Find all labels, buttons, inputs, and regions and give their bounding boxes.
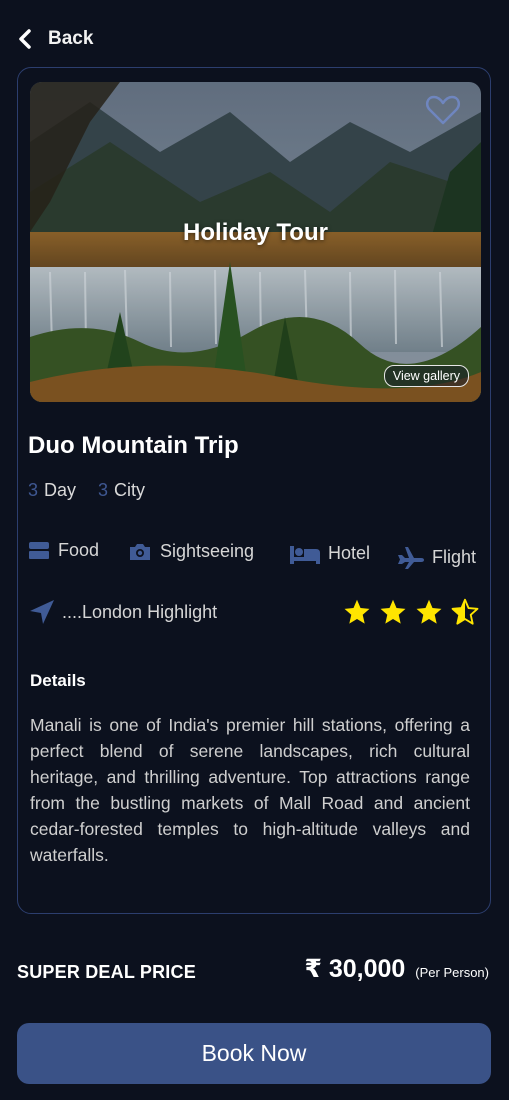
amenity-sightseeing: Sightseeing (128, 541, 254, 562)
trip-title: Duo Mountain Trip (28, 432, 239, 459)
camera-icon (130, 543, 150, 560)
heart-outline-icon[interactable] (425, 94, 461, 126)
star-full-icon (416, 599, 442, 624)
price-value: ₹ 30,000 (304, 955, 406, 983)
price-display: ₹ 30,000 (Per Person) (304, 954, 489, 984)
star-full-icon (344, 599, 370, 624)
details-description: Manali is one of India's premier hill st… (30, 715, 470, 865)
amenity-food: Food (28, 539, 99, 561)
amenity-label: Flight (432, 546, 477, 567)
tour-highlight: ....London Highlight (28, 598, 217, 626)
details-heading: Details (30, 671, 86, 690)
view-gallery-button[interactable]: View gallery (383, 365, 469, 387)
amenity-label: Food (58, 539, 100, 560)
plane-icon (398, 547, 424, 569)
amenity-label: Sightseeing (160, 541, 255, 561)
chevron-left-icon (19, 29, 31, 49)
cities-info: 3 City (98, 480, 145, 501)
amenity-label: Hotel (328, 543, 371, 563)
star-half-icon (451, 598, 479, 625)
food-icon (29, 542, 49, 559)
highlight-text: ....London Highlight (62, 601, 218, 622)
trip-duration: 3 Day 3 City (28, 480, 145, 501)
days-count: 3 (28, 480, 39, 500)
hero-overlay-title: Holiday Tour (183, 219, 328, 246)
star-rating (343, 598, 479, 626)
amenity-flight: Flight (398, 545, 476, 569)
trip-card: Holiday Tour View gallery Duo Mountain T… (17, 67, 491, 914)
price-unit: (Per Person) (415, 965, 489, 980)
days-info: 3 Day (28, 480, 76, 501)
bed-icon (290, 545, 320, 564)
hero-image: Holiday Tour View gallery (30, 82, 481, 402)
cities-count: 3 (98, 480, 109, 500)
cities-label: City (114, 480, 146, 500)
back-label: Back (48, 28, 94, 49)
book-now-button[interactable]: Book Now (17, 1023, 491, 1084)
price-label: SUPER DEAL PRICE (17, 962, 196, 982)
navigation-arrow-icon (30, 600, 54, 624)
star-full-icon (380, 599, 406, 624)
back-button[interactable]: Back (16, 24, 93, 54)
amenity-hotel: Hotel (290, 543, 370, 564)
trip-detail-screen: Back Holiday Tour View gallery Duo Mount… (0, 0, 509, 1100)
days-label: Day (44, 480, 77, 500)
